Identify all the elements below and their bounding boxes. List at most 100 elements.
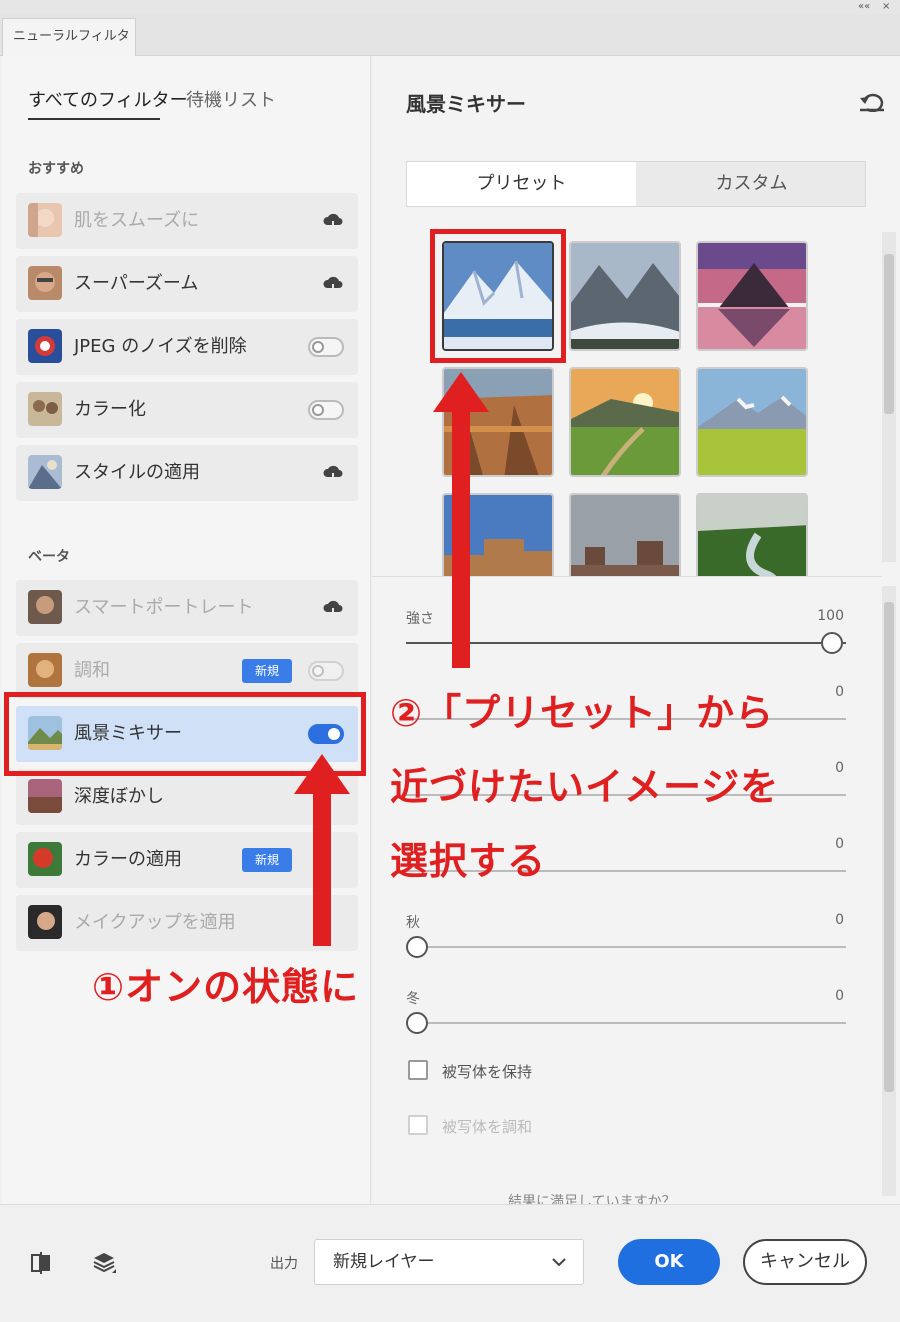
annotation-arrow-head-2 xyxy=(433,372,489,412)
collapse-icon[interactable]: «« xyxy=(858,0,870,14)
filter-label: カラー化 xyxy=(74,399,146,420)
new-badge: 新規 xyxy=(242,848,292,872)
output-select-value: 新規レイヤー xyxy=(333,1252,435,1272)
output-select[interactable]: 新規レイヤー xyxy=(314,1239,584,1285)
slider-value-strength: 100 xyxy=(817,608,844,624)
output-label: 出力 xyxy=(270,1256,298,1272)
filter-thumbnail xyxy=(28,329,62,363)
filter-item-colorize[interactable]: カラー化 xyxy=(16,382,358,438)
filter-label: 深度ぼかし xyxy=(74,786,164,807)
filter-label: JPEG のノイズを削除 xyxy=(74,336,247,357)
ok-button[interactable]: OK xyxy=(618,1239,720,1285)
close-icon[interactable]: × xyxy=(882,0,890,14)
slider-value-3: 0 xyxy=(835,760,844,776)
annotation-arrow-line-2 xyxy=(452,410,470,668)
annotation-highlight-preset xyxy=(430,229,566,363)
filter-item-makeup-transfer[interactable]: メイクアップを適用 xyxy=(16,895,358,951)
filter-list-panel: すべてのフィルター 待機リスト おすすめ 肌をスムーズに スーパーズーム JPE… xyxy=(2,56,371,1204)
tab-custom[interactable]: カスタム xyxy=(637,162,866,206)
filter-toggle[interactable] xyxy=(308,337,344,357)
cancel-button[interactable]: キャンセル xyxy=(743,1239,867,1285)
cloud-download-icon[interactable] xyxy=(322,211,344,231)
annotation-step1: ①オンの状態に xyxy=(92,965,360,1009)
annotation-step2-line3: 選択する xyxy=(390,839,547,883)
slider-label-strength: 強さ xyxy=(406,611,434,627)
preset-scrollbar[interactable] xyxy=(882,232,896,562)
slider-value-4: 0 xyxy=(835,836,844,852)
compare-icon[interactable] xyxy=(28,1249,56,1277)
filter-thumbnail xyxy=(28,653,62,687)
cloud-download-icon[interactable] xyxy=(322,463,344,483)
checkbox-label-preserve-subject: 被写体を保持 xyxy=(442,1063,533,1081)
chevron-down-icon xyxy=(552,1258,566,1267)
filter-toggle[interactable] xyxy=(308,400,344,420)
filter-toggle[interactable] xyxy=(308,661,344,681)
checkbox-label-harmonize-subject: 被写体を調和 xyxy=(442,1118,533,1136)
filter-thumbnail xyxy=(28,842,62,876)
preset-thumbnail-sunset-peak[interactable] xyxy=(696,241,808,351)
preset-thumbnail-sunrise-meadow[interactable] xyxy=(569,367,681,477)
settings-scrollbar[interactable] xyxy=(882,586,896,1196)
panel-tab-neural-filters[interactable]: ニューラルフィルター xyxy=(2,18,136,80)
annotation-arrow-line-1 xyxy=(313,792,331,946)
cloud-download-icon[interactable] xyxy=(322,598,344,618)
filter-thumbnail xyxy=(28,779,62,813)
new-badge: 新規 xyxy=(242,659,292,683)
tab-wait-list[interactable]: 待機リスト xyxy=(186,86,276,112)
slider-value-winter: 0 xyxy=(835,988,844,1004)
divider xyxy=(372,576,882,577)
slider-handle-winter[interactable] xyxy=(406,1012,428,1034)
filter-label: スタイルの適用 xyxy=(74,462,200,483)
preset-thumbnail-glacier-valley[interactable] xyxy=(569,241,681,351)
preset-thumbnail-green-field[interactable] xyxy=(696,367,808,477)
filter-item-super-zoom[interactable]: スーパーズーム xyxy=(16,256,358,312)
slider-track-winter[interactable] xyxy=(406,1022,846,1024)
preset-thumbnail-monument-valley[interactable] xyxy=(569,493,681,576)
tab-active-underline xyxy=(28,118,160,120)
slider-track-autumn[interactable] xyxy=(406,946,846,948)
annotation-arrow-head-1 xyxy=(294,754,350,794)
filter-thumbnail xyxy=(28,905,62,939)
filter-item-skin-smoothing[interactable]: 肌をスムーズに xyxy=(16,193,358,249)
preset-custom-toggle: プリセット カスタム xyxy=(406,161,866,207)
annotation-step2-line2: 近づけたいイメージを xyxy=(390,765,780,809)
checkbox-harmonize-subject[interactable] xyxy=(408,1115,428,1135)
slider-handle-strength[interactable] xyxy=(821,632,843,654)
filter-label: 肌をスムーズに xyxy=(74,210,200,231)
filter-thumbnail xyxy=(28,455,62,489)
panel-tab-bar: ニューラルフィルター xyxy=(0,14,900,80)
slider-value-autumn: 0 xyxy=(835,912,844,928)
panel-title: 風景ミキサー xyxy=(406,92,526,116)
annotation-step2-line1: ②「プリセット」から xyxy=(390,691,775,735)
section-title-recommended: おすすめ xyxy=(28,161,84,177)
filter-label: メイクアップを適用 xyxy=(74,912,236,933)
filter-label: スマートポートレート xyxy=(74,597,254,618)
filter-label: 調和 xyxy=(74,660,110,681)
tab-all-filters[interactable]: すべてのフィルター xyxy=(28,86,188,112)
checkbox-preserve-subject[interactable] xyxy=(408,1060,428,1080)
section-title-beta: ベータ xyxy=(28,549,70,565)
window-top-bar: «« × xyxy=(0,0,900,14)
bottom-bar: 出力 新規レイヤー OK キャンセル xyxy=(0,1204,900,1322)
filter-thumbnail xyxy=(28,590,62,624)
slider-value-2: 0 xyxy=(835,684,844,700)
filter-thumbnail xyxy=(28,203,62,237)
filter-item-smart-portrait[interactable]: スマートポートレート xyxy=(16,580,358,636)
filter-item-style-transfer[interactable]: スタイルの適用 xyxy=(16,445,358,501)
filter-thumbnail xyxy=(28,266,62,300)
filter-item-color-transfer[interactable]: カラーの適用 新規 xyxy=(16,832,358,888)
filter-label: スーパーズーム xyxy=(74,273,199,294)
filter-item-harmonization[interactable]: 調和 新規 xyxy=(16,643,358,699)
cloud-download-icon[interactable] xyxy=(322,274,344,294)
preset-thumbnail-river-valley[interactable] xyxy=(696,493,808,576)
slider-handle-autumn[interactable] xyxy=(406,936,428,958)
filter-label: カラーの適用 xyxy=(74,849,182,870)
slider-label-autumn: 秋 xyxy=(406,915,420,931)
tab-preset[interactable]: プリセット xyxy=(407,162,636,206)
reset-icon[interactable] xyxy=(858,90,886,112)
layers-icon[interactable] xyxy=(90,1249,118,1277)
slider-label-winter: 冬 xyxy=(406,991,420,1007)
slider-track-strength[interactable] xyxy=(406,642,846,644)
filter-thumbnail xyxy=(28,392,62,426)
filter-item-jpeg-noise[interactable]: JPEG のノイズを削除 xyxy=(16,319,358,375)
